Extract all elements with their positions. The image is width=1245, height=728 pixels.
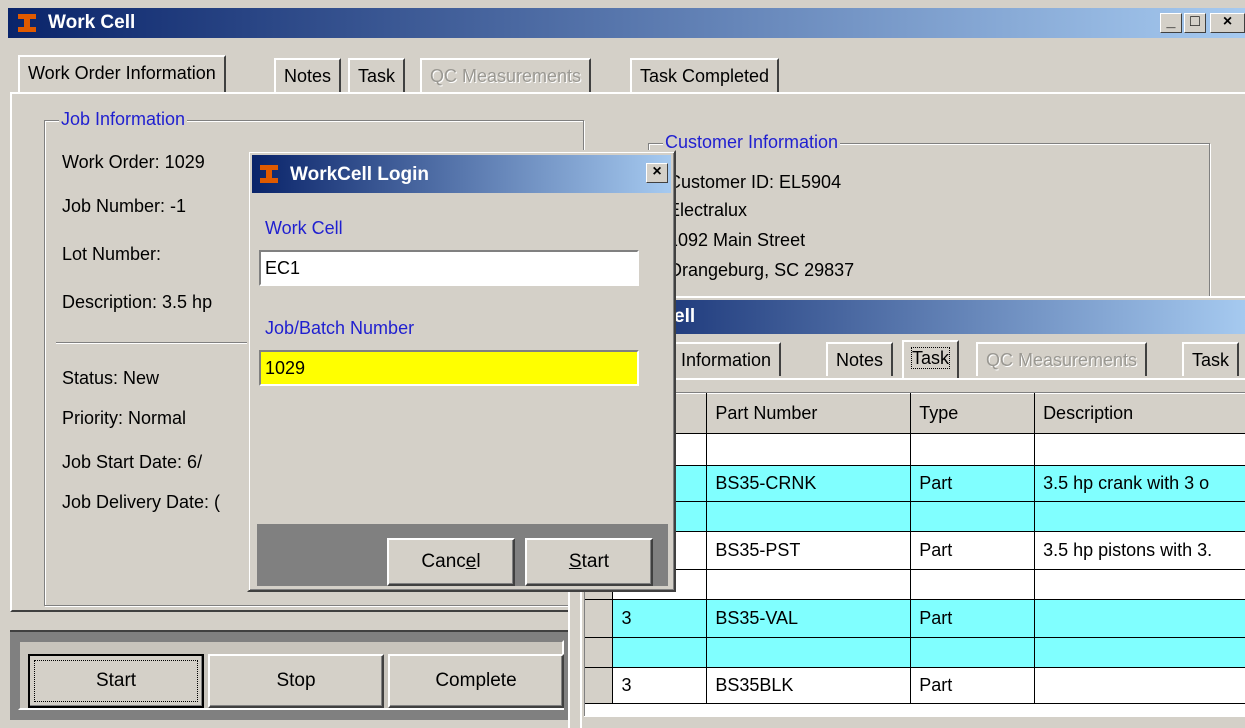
login-title-bar[interactable]: WorkCell Login × (252, 155, 671, 193)
table-row[interactable]: BS35-PST Part 3.5 hp pistons with 3. (585, 531, 1245, 570)
grid-cell-part: BS35BLK (706, 667, 912, 704)
tab-label: er Information (660, 350, 772, 370)
cancel-accel-key: e (465, 551, 477, 572)
complete-button[interactable]: Complete (388, 654, 564, 708)
tab-task[interactable]: Task (348, 58, 406, 92)
grid-header-type[interactable]: Type (910, 393, 1036, 434)
app-icon (16, 12, 38, 34)
work-cell-input[interactable] (259, 250, 639, 286)
cancel-label-part: l (476, 551, 481, 572)
second-tab-strip: er Information Notes Task QC Measurement… (650, 340, 1245, 380)
main-tab-strip: Work Order Information Notes Task QC Mea… (18, 55, 1245, 96)
priority-label: Priority: Normal (62, 408, 187, 428)
tab-label: Task (358, 66, 396, 86)
close-icon[interactable]: × (646, 163, 668, 183)
lot-number-label: Lot Number: (62, 244, 162, 264)
start-label-part: tart (581, 551, 610, 572)
grid-cell-desc (1034, 599, 1245, 638)
grid-cell-part: BS35-VAL (706, 599, 912, 638)
job-information-title: Job Information (59, 109, 188, 130)
table-row[interactable]: BS35-CRNK Part 3.5 hp crank with 3 o (585, 465, 1245, 502)
complete-button-label: Complete (435, 670, 517, 691)
tab-task-completed[interactable]: Task (1182, 342, 1240, 376)
tab-label: Notes (836, 350, 884, 370)
start-button[interactable]: Start (28, 654, 204, 708)
table-row-spacer (585, 569, 1245, 600)
tab-label: Task Completed (640, 66, 770, 86)
tab-task[interactable]: Task (902, 340, 960, 378)
tab-label: Notes (284, 66, 332, 86)
login-start-button[interactable]: Start (525, 538, 653, 586)
work-cell-label: Work Cell (265, 218, 343, 238)
grid-cell-qty: 3 (612, 599, 708, 638)
tab-label: Work Order Information (28, 63, 216, 83)
customer-name-label: Electralux (668, 200, 748, 220)
workcell-login-dialog: WorkCell Login × Work Cell Job/Batch Num… (247, 150, 676, 592)
job-number-label: Job Number: -1 (62, 196, 187, 216)
table-row[interactable]: 3 BS35-VAL Part (585, 599, 1245, 638)
job-info-divider (56, 342, 256, 344)
table-row-spacer (585, 501, 1245, 532)
grid-header-description[interactable]: Description (1034, 393, 1245, 434)
parts-grid: Part Number Type Description BS35-CRNK P… (584, 392, 1245, 728)
app-icon (258, 163, 280, 185)
table-row-spacer (585, 433, 1245, 466)
grid-cell-type: Part (910, 667, 1036, 704)
table-row-spacer (585, 637, 1245, 668)
customer-id-label: Customer ID: EL5904 (668, 172, 842, 192)
tab-qc-measurements[interactable]: QC Measurements (976, 342, 1148, 376)
minimize-icon[interactable]: _ (1160, 13, 1182, 33)
grid-cell-desc: 3.5 hp pistons with 3. (1034, 531, 1245, 570)
customer-city-label: Orangeburg, SC 29837 (668, 260, 855, 280)
start-button-label: Start (95, 670, 137, 691)
tab-label: Task (1192, 350, 1230, 370)
work-order-label: Work Order: 1029 (62, 152, 205, 172)
second-window-title: ell (674, 306, 696, 327)
status-label: Status: New (62, 368, 160, 388)
job-delivery-date-label: Job Delivery Date: ( (62, 492, 221, 512)
job-start-date-label: Job Start Date: 6/ (62, 452, 203, 472)
tab-qc-measurements[interactable]: QC Measurements (420, 58, 592, 92)
customer-information-title: Customer Information (663, 132, 841, 153)
grid-cell-part: BS35-CRNK (706, 465, 912, 502)
tab-notes[interactable]: Notes (826, 342, 894, 376)
tab-label: QC Measurements (986, 350, 1138, 370)
stop-button-label: Stop (276, 670, 316, 691)
customer-street-label: 1092 Main Street (668, 230, 806, 250)
cancel-label-part: Canc (421, 551, 466, 572)
description-label: Description: 3.5 hp (62, 292, 213, 312)
job-batch-number-input[interactable] (259, 350, 639, 386)
start-accel-key: S (568, 551, 582, 572)
grid-cell-desc: 3.5 hp crank with 3 o (1034, 465, 1245, 502)
close-icon[interactable]: × (1210, 13, 1245, 33)
main-title-bar[interactable]: Work Cell _ □ × (8, 8, 1245, 38)
horizontal-scrollbar[interactable] (584, 716, 1245, 728)
table-row[interactable]: 3 BS35BLK Part (585, 667, 1245, 704)
grid-header-part-number[interactable]: Part Number (706, 393, 912, 434)
tab-notes[interactable]: Notes (274, 58, 342, 92)
login-dialog-title: WorkCell Login (290, 164, 429, 185)
main-window-title: Work Cell (48, 12, 136, 33)
grid-cell-part: BS35-PST (706, 531, 912, 570)
stop-button[interactable]: Stop (208, 654, 384, 708)
grid-cell-type: Part (910, 465, 1036, 502)
maximize-icon[interactable]: □ (1184, 13, 1206, 33)
grid-cell-qty: 3 (612, 667, 708, 704)
grid-cell-type: Part (910, 599, 1036, 638)
tab-task-completed[interactable]: Task Completed (630, 58, 780, 92)
grid-cell-type: Part (910, 531, 1036, 570)
grid-cell-desc (1034, 667, 1245, 704)
tab-work-order-information[interactable]: Work Order Information (18, 55, 226, 93)
cancel-button[interactable]: Cancel (387, 538, 515, 586)
tab-label: QC Measurements (430, 66, 582, 86)
job-batch-number-label: Job/Batch Number (265, 318, 415, 338)
tab-label: Task (910, 347, 951, 369)
grid-header-row: Part Number Type Description (585, 393, 1245, 434)
